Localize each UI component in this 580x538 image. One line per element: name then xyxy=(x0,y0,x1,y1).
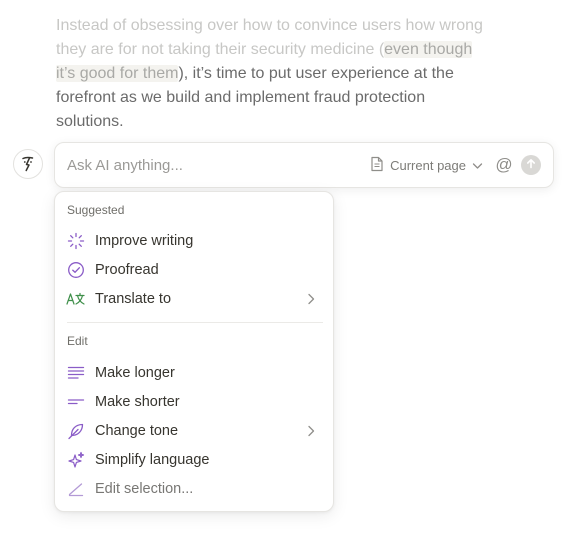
menu-divider xyxy=(67,322,323,323)
doc-line-5: solutions. xyxy=(56,113,124,130)
menu-item-label: Edit selection... xyxy=(95,480,194,497)
menu-item-label: Make longer xyxy=(95,364,175,381)
menu-item-label: Improve writing xyxy=(95,232,194,249)
menu-item-translate-to[interactable]: Translate to xyxy=(61,285,327,312)
doc-line-1: Instead of obsessing over how to convinc… xyxy=(56,17,483,34)
menu-item-proofread[interactable]: Proofread xyxy=(61,256,327,283)
chevron-right-icon xyxy=(303,423,319,439)
menu-item-simplify-language[interactable]: Simplify language xyxy=(61,446,327,473)
doc-line-2-part-1: they are for not taking their security m… xyxy=(56,41,385,58)
menu-item-make-shorter[interactable]: Make shorter xyxy=(61,388,327,415)
sparkle-burst-icon xyxy=(66,231,86,251)
menu-item-label: Simplify language xyxy=(95,451,210,468)
ask-ai-bar: Current page @ xyxy=(54,142,554,188)
menu-item-change-tone[interactable]: Change tone xyxy=(61,417,327,444)
document-paragraph: Instead of obsessing over how to convinc… xyxy=(56,14,506,134)
ai-assistant-page: Instead of obsessing over how to convinc… xyxy=(0,0,580,538)
ai-suggestions-menu: Suggested Improve writing Proofread Tran… xyxy=(54,191,334,512)
lines-short-icon xyxy=(66,392,86,412)
scope-label: Current page xyxy=(390,157,466,173)
arrow-up-icon xyxy=(526,156,536,174)
translate-icon xyxy=(66,289,86,309)
sparkles-icon xyxy=(66,450,86,470)
menu-item-label: Translate to xyxy=(95,290,172,307)
menu-item-make-longer[interactable]: Make longer xyxy=(61,359,327,386)
highlighted-text: even though xyxy=(384,41,473,58)
menu-item-label: Change tone xyxy=(95,422,179,439)
page-icon xyxy=(370,156,384,175)
ai-face-icon xyxy=(13,149,43,179)
doc-line-4: forefront as we build and implement frau… xyxy=(56,89,426,106)
doc-line-3: it’s good for them), it’s time to put us… xyxy=(56,62,506,86)
chevron-down-icon xyxy=(472,158,483,173)
menu-item-label: Make shorter xyxy=(95,393,180,410)
section-title-suggested: Suggested xyxy=(67,203,125,217)
lines-long-icon xyxy=(66,363,86,383)
menu-item-label: Proofread xyxy=(95,261,159,278)
send-button[interactable] xyxy=(521,155,541,175)
doc-line-3-part-2: ), it’s time to put user experience at t… xyxy=(178,65,454,82)
pencil-line-icon xyxy=(66,479,86,499)
scope-selector[interactable]: Current page xyxy=(366,151,487,179)
at-sign-icon: @ xyxy=(495,155,513,174)
menu-item-improve-writing[interactable]: Improve writing xyxy=(61,227,327,254)
menu-item-edit-selection[interactable]: Edit selection... xyxy=(61,475,327,502)
chevron-right-icon xyxy=(303,291,319,307)
check-circle-icon xyxy=(66,260,86,280)
section-title-edit: Edit xyxy=(67,334,88,348)
doc-line-2: they are for not taking their security m… xyxy=(56,38,506,62)
highlighted-text: it’s good for them xyxy=(56,65,179,82)
mention-button[interactable]: @ xyxy=(493,154,515,176)
feather-icon xyxy=(66,421,86,441)
ask-ai-input[interactable] xyxy=(55,143,367,187)
